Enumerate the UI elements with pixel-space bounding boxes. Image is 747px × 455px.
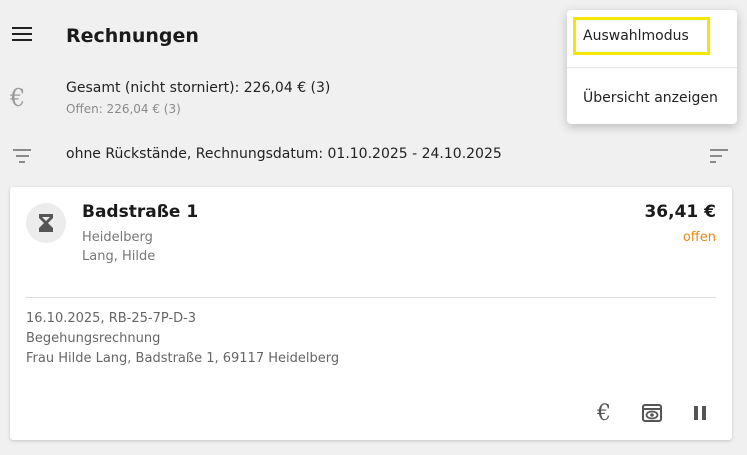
divider bbox=[26, 297, 716, 298]
invoice-title: Badstraße 1 bbox=[82, 202, 199, 222]
page-title: Rechnungen bbox=[66, 25, 199, 47]
invoice-amount: 36,41 € bbox=[644, 202, 716, 222]
payment-euro-icon[interactable]: € bbox=[592, 401, 616, 426]
euro-icon: € bbox=[10, 84, 26, 112]
invoice-type: Begehungsrechnung bbox=[26, 331, 161, 346]
sort-icon[interactable] bbox=[710, 149, 728, 163]
menu-item-show-overview[interactable]: Übersicht anzeigen bbox=[567, 76, 737, 122]
summary-total: Gesamt (nicht storniert): 226,04 € (3) bbox=[66, 80, 331, 96]
status-badge: offen bbox=[682, 230, 716, 245]
menu-divider bbox=[567, 67, 737, 68]
filter-text[interactable]: ohne Rückstände, Rechnungsdatum: 01.10.2… bbox=[66, 146, 502, 162]
filter-row[interactable]: ohne Rückstände, Rechnungsdatum: 01.10.2… bbox=[0, 140, 747, 172]
menu-item-label: Übersicht anzeigen bbox=[583, 90, 718, 106]
invoice-card[interactable]: Badstraße 1 Heidelberg Lang, Hilde 36,41… bbox=[10, 187, 732, 440]
invoice-person: Lang, Hilde bbox=[82, 249, 156, 264]
menu-icon[interactable] bbox=[12, 27, 32, 43]
summary-open: Offen: 226,04 € (3) bbox=[66, 102, 181, 116]
status-avatar bbox=[26, 203, 66, 243]
invoice-address: Frau Hilde Lang, Badstraße 1, 69117 Heid… bbox=[26, 351, 340, 366]
highlight-box bbox=[573, 17, 710, 55]
invoice-date-number: 16.10.2025, RB-25-7P-D-3 bbox=[26, 311, 197, 326]
filter-icon[interactable] bbox=[13, 149, 31, 163]
hourglass-icon bbox=[39, 214, 53, 232]
pause-icon[interactable] bbox=[688, 401, 712, 425]
preview-icon[interactable] bbox=[640, 401, 664, 425]
invoice-city: Heidelberg bbox=[82, 230, 153, 245]
overflow-menu: Auswahlmodus Übersicht anzeigen bbox=[567, 10, 737, 124]
